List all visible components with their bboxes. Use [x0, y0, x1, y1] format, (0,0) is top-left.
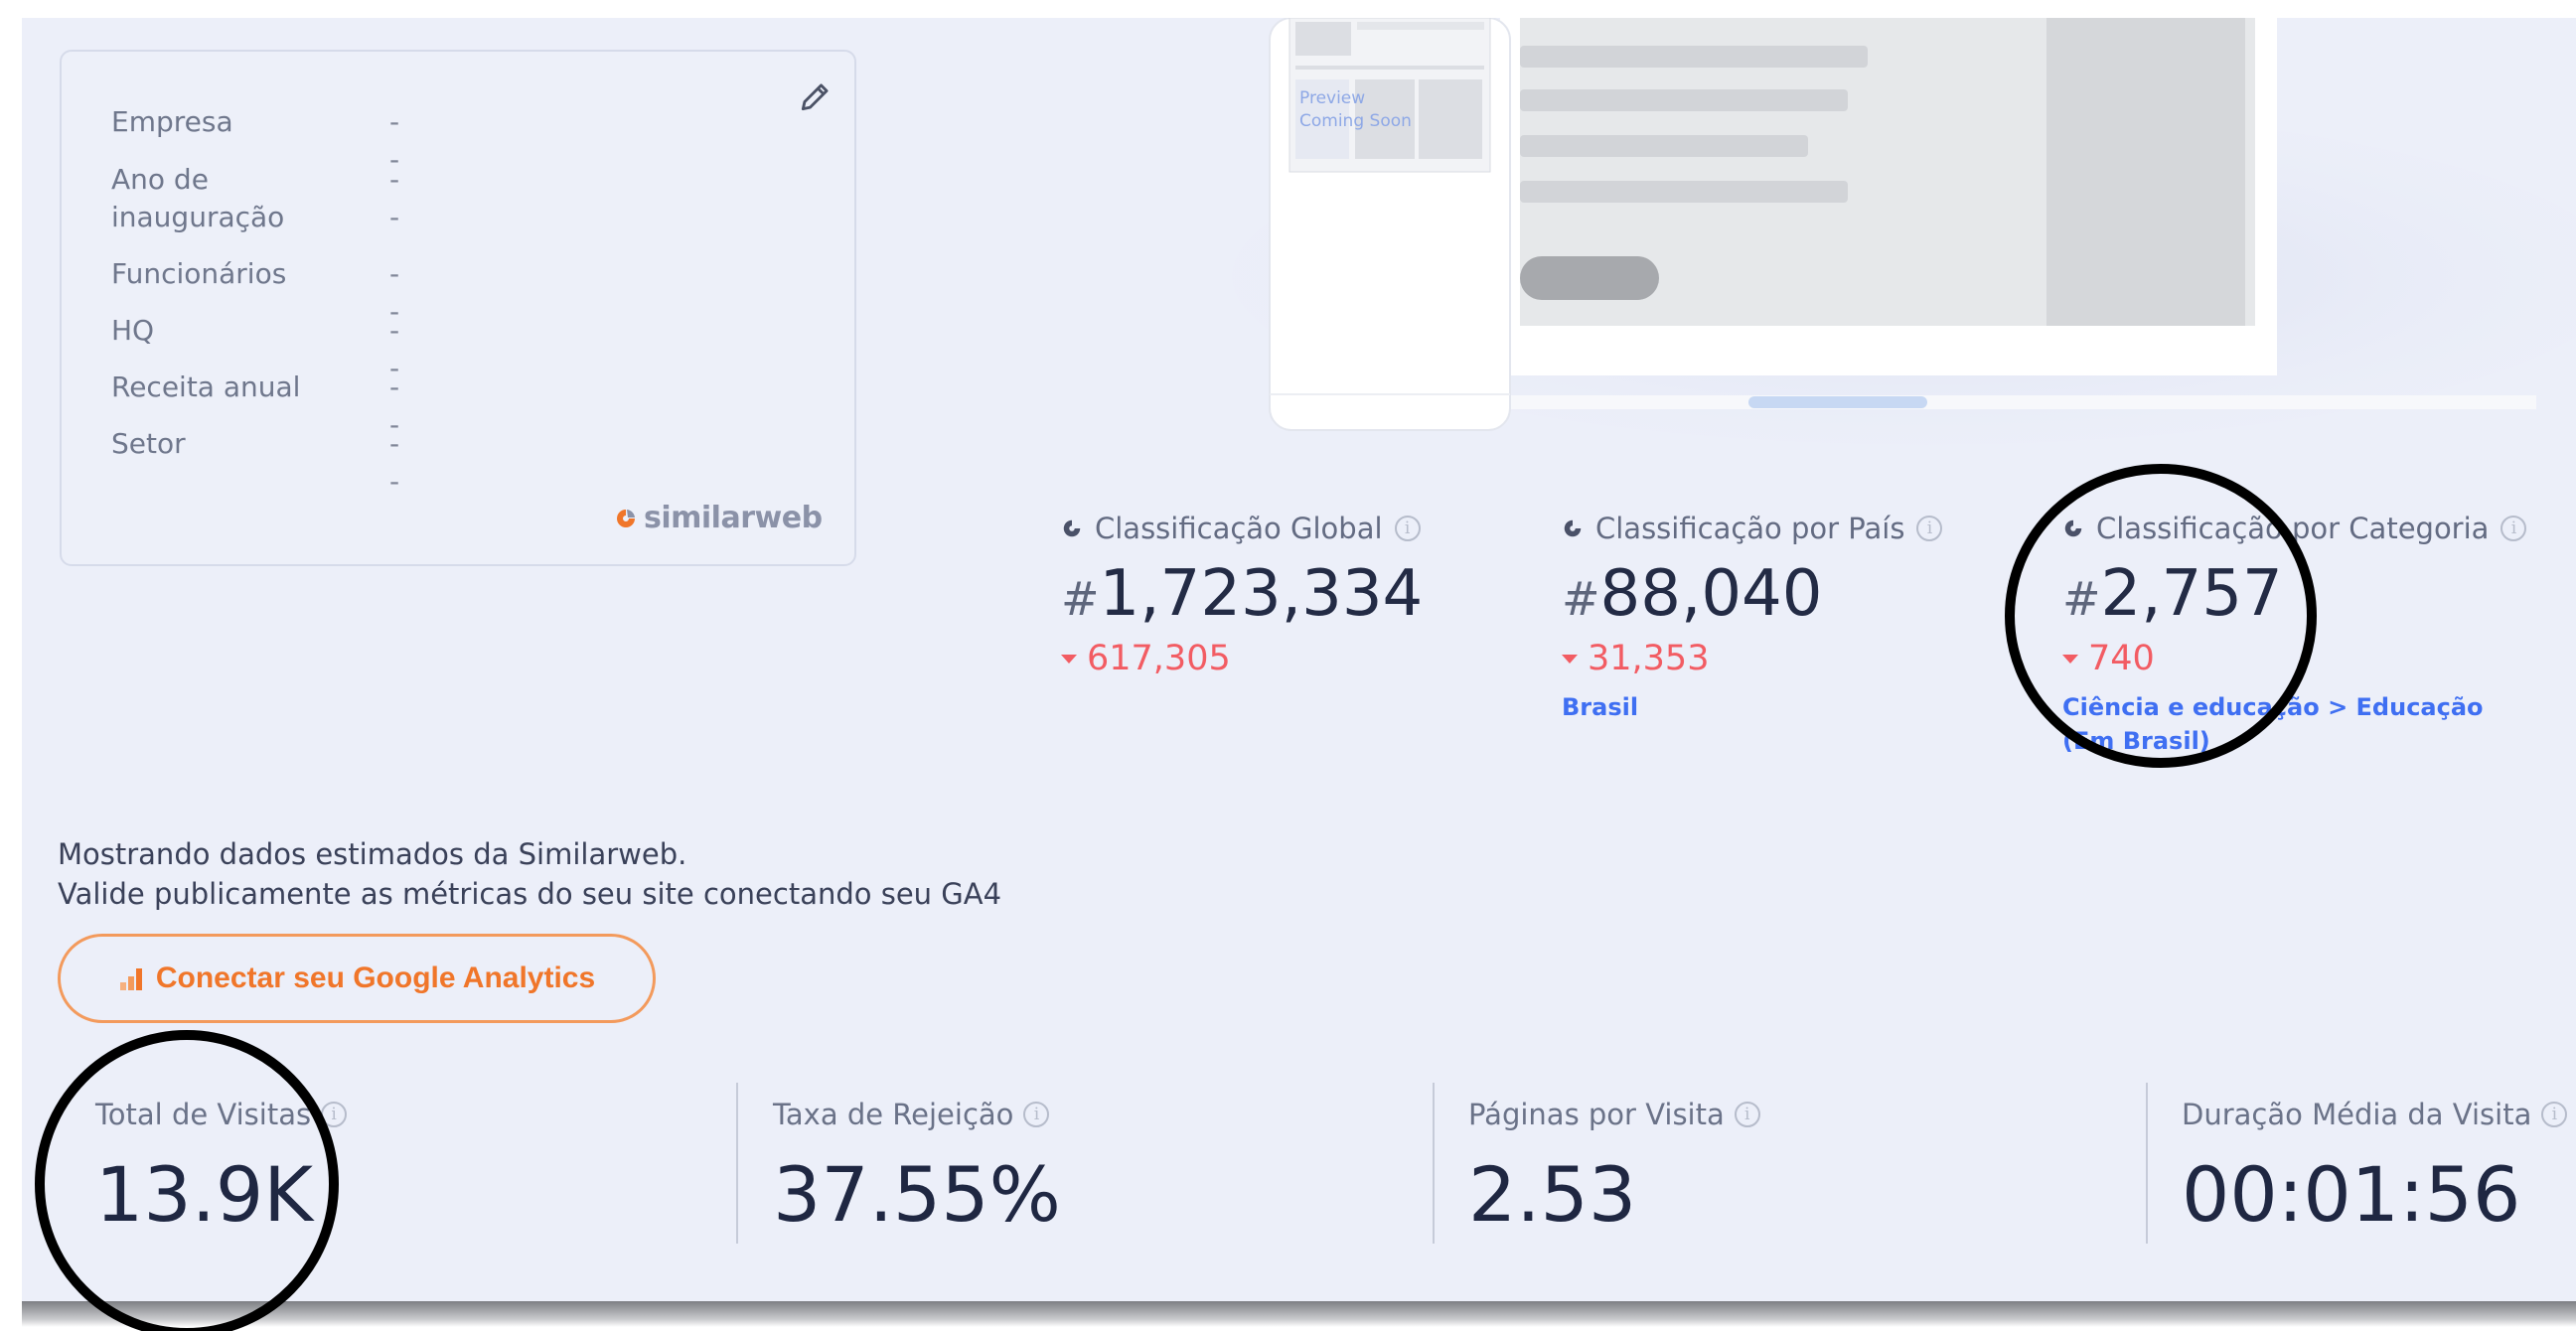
- down-arrow-icon: [1562, 654, 1578, 664]
- metric-total-visits: Total de Visitas i 13.9K: [95, 1085, 348, 1244]
- metric-divider: [2146, 1083, 2148, 1244]
- button-label: Conectar seu Google Analytics: [155, 961, 596, 994]
- info-label: Funcionários: [111, 257, 287, 290]
- down-arrow-icon: [2062, 654, 2078, 664]
- info-icon[interactable]: i: [1023, 1102, 1050, 1127]
- info-label: Receita anual: [111, 370, 301, 403]
- message-line-1: Mostrando dados estimados da Similarweb.: [58, 837, 687, 871]
- rank-country: Classificação por País i #88,040 31,353 …: [1562, 507, 1943, 724]
- message-line-2: Valide publicamente as métricas do seu s…: [58, 877, 1002, 911]
- category-scope: (Em Brasil): [2062, 727, 2210, 755]
- rank-title: Classificação por País: [1595, 512, 1905, 545]
- similarweb-icon: [1063, 519, 1081, 537]
- info-icon[interactable]: i: [2500, 516, 2527, 541]
- metric-title: Total de Visitas: [95, 1098, 312, 1131]
- down-arrow-icon: [1061, 654, 1077, 664]
- metric-header: Duração Média da Visita i: [2182, 1085, 2568, 1144]
- info-icon[interactable]: i: [2541, 1102, 2568, 1127]
- preview-text-1: Preview: [1299, 88, 1365, 108]
- info-label: HQ: [111, 314, 155, 347]
- rank-delta: 740: [2062, 637, 2526, 680]
- metric-header: Taxa de Rejeição i: [773, 1085, 1061, 1144]
- company-info-card: Empresa - - Ano de inauguração - - Funci…: [60, 50, 856, 566]
- info-icon[interactable]: i: [1394, 516, 1421, 541]
- metric-divider: [736, 1083, 738, 1244]
- metric-title: Taxa de Rejeição: [773, 1098, 1014, 1131]
- metric-bounce-rate: Taxa de Rejeição i 37.55%: [773, 1085, 1061, 1244]
- metric-avg-visit-duration: Duração Média da Visita i 00:01:56: [2182, 1085, 2568, 1244]
- metric-divider: [1433, 1083, 1435, 1244]
- device-illustration: Preview Coming Soon: [1232, 18, 2576, 445]
- rank-delta: 31,353: [1562, 637, 1942, 680]
- preview-text-2: Coming Soon: [1299, 111, 1412, 131]
- info-icon[interactable]: i: [321, 1102, 348, 1127]
- rank-header: Classificação Global i: [1061, 507, 1423, 550]
- metric-value: 13.9K: [95, 1150, 314, 1239]
- metric-pages-per-visit: Páginas por Visita i 2.53: [1468, 1085, 1760, 1244]
- connect-google-analytics-button[interactable]: Conectar seu Google Analytics: [58, 934, 656, 1023]
- info-label: Setor: [111, 427, 186, 460]
- metric-header: Total de Visitas i: [95, 1085, 348, 1144]
- rank-title: Classificação Global: [1095, 512, 1383, 545]
- category-link[interactable]: Ciência e educação > Educação (Em Brasil…: [2062, 690, 2526, 758]
- info-icon[interactable]: i: [1916, 516, 1943, 541]
- estimate-message: Mostrando dados estimados da Similarweb.…: [58, 834, 1001, 914]
- rank-header: Classificação por Categoria i: [2062, 507, 2527, 550]
- metric-title: Duração Média da Visita: [2182, 1098, 2532, 1131]
- country-link[interactable]: Brasil: [1562, 690, 1942, 724]
- metric-value: 00:01:56: [2182, 1150, 2521, 1239]
- info-value: - -: [389, 163, 403, 233]
- similarweb-logo: similarweb: [614, 501, 823, 535]
- panel-shadow: [22, 1301, 2576, 1327]
- metric-value: 37.55%: [773, 1150, 1061, 1239]
- category-path: Ciência e educação > Educação: [2062, 693, 2484, 721]
- metric-header: Páginas por Visita i: [1468, 1085, 1760, 1144]
- similarweb-icon: [1564, 519, 1582, 537]
- rank-delta: 617,305: [1061, 637, 1423, 680]
- pencil-icon[interactable]: [797, 77, 834, 115]
- info-label: Empresa: [111, 105, 233, 138]
- info-label: Ano de inauguração: [111, 163, 285, 233]
- info-value: - -: [389, 427, 403, 498]
- rank-title: Classificação por Categoria: [2096, 512, 2490, 545]
- similarweb-icon: [617, 509, 635, 527]
- rank-value: #1,723,334: [1061, 557, 1424, 631]
- rank-category: Classificação por Categoria i #2,757 740…: [2062, 507, 2527, 758]
- metric-title: Páginas por Visita: [1468, 1098, 1725, 1131]
- similarweb-icon: [2064, 519, 2082, 537]
- rank-value: #88,040: [1562, 557, 1823, 631]
- rank-header: Classificação por País i: [1562, 507, 1943, 550]
- metric-value: 2.53: [1468, 1150, 1637, 1239]
- similarweb-wordmark: similarweb: [644, 501, 823, 535]
- rank-value: #2,757: [2062, 557, 2283, 631]
- rank-global: Classificação Global i #1,723,334 617,30…: [1061, 507, 1423, 680]
- info-icon[interactable]: i: [1734, 1102, 1760, 1127]
- analytics-bars-icon: [119, 968, 142, 990]
